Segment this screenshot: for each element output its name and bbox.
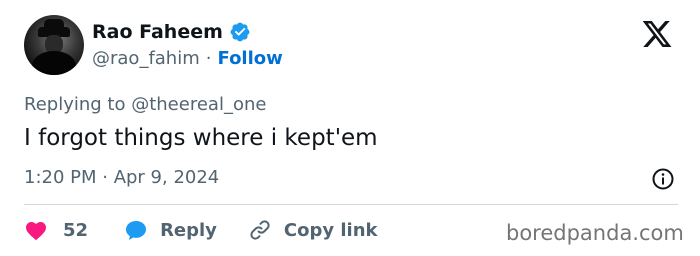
avatar[interactable] [24,15,84,75]
watermark: boredpanda.com [506,221,684,245]
copy-link-label: Copy link [283,219,378,241]
avatar-coat [32,51,76,75]
tweet-timestamp[interactable]: 1:20 PM · Apr 9, 2024 [24,167,219,188]
verified-badge-icon [230,22,250,42]
speech-bubble-icon [126,221,147,240]
replying-to-mention[interactable]: @theereal_one [131,94,266,115]
x-logo-icon[interactable] [640,18,674,50]
author-name-row: Rao Faheem [92,19,251,45]
handle-separator: · [205,48,212,69]
reply-button[interactable]: Reply [124,218,217,242]
copy-link-button[interactable]: Copy link [248,218,378,242]
replying-prefix: Replying to [24,94,126,115]
author-name[interactable]: Rao Faheem [92,21,223,43]
like-count: 52 [63,219,89,241]
action-bar: 52 Reply Copy link [24,215,378,245]
author-handle[interactable]: @rao_fahim [92,48,200,69]
author-handle-row: @rao_fahim · Follow [92,48,283,69]
divider [24,204,678,205]
follow-button[interactable]: Follow [218,48,283,69]
replying-to-line: Replying to @theereal_one [24,94,266,115]
link-icon [250,220,270,240]
heart-icon [26,222,46,241]
like-button[interactable]: 52 [24,219,88,241]
info-icon[interactable] [651,167,675,191]
tweet-text: I forgot things where i kept'em [24,125,378,151]
reply-label: Reply [160,219,217,241]
